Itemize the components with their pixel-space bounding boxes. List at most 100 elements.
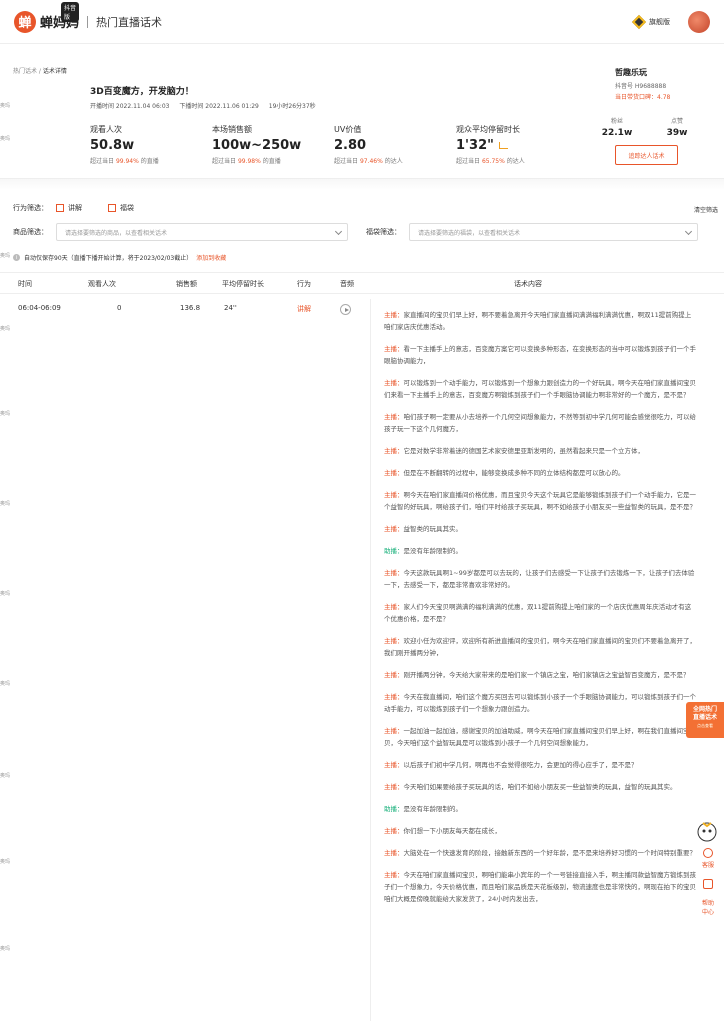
script-text: 可以锻炼到一个动手能力，可以锻炼到一个想象力跟创造力的一个好玩具，啊今天在咱们家… <box>384 379 696 399</box>
live-title: 3D百变魔方，开发脑力！ <box>90 87 194 97</box>
script-paragraph: 主播：咱们孩子啊一定要从小去培养一个几何空间想象能力，不然等到初中学几何可能会感… <box>384 411 696 435</box>
script-text: 你们想一下小朋友每天都在成长， <box>403 827 502 835</box>
script-text: 益智类的玩具其实。 <box>403 525 463 533</box>
chevron-down-icon <box>334 227 343 236</box>
speaker-label: 主播 <box>384 727 397 735</box>
col-time: 时间 <box>18 280 32 288</box>
col-audio: 音频 <box>340 280 354 288</box>
breadcrumb-parent[interactable]: 热门话术 / <box>13 68 43 75</box>
qrcode-icon <box>703 879 713 889</box>
bag-select[interactable]: 请选择要筛选的福袋，以查看相关话术 <box>409 223 698 241</box>
logo-icon: 蝉 <box>14 10 36 33</box>
row-action[interactable]: 讲解 <box>297 304 311 314</box>
script-content: 主播：家直播间的宝贝们早上好，啊不要着急离开今天咱们家直播间满满福利满满优惠，啊… <box>370 299 709 1021</box>
script-text: 看一下主播手上的意志，百变魔方案它可以变换多种形态，在变换形态的当中可以锻炼到孩… <box>384 345 696 365</box>
script-paragraph: 主播：今天咱们如果要给孩子买玩具的话，咱们不如给小朋友买一些益智类的玩具，益智的… <box>384 781 696 793</box>
script-text: 啊今天在咱们家直播间价格优惠，而且宝贝今天这个玩具它是能够锻炼到孩子们一个动手能… <box>384 491 696 511</box>
promo-small: 点击查看 <box>697 723 713 728</box>
shop-info: 哲趣乐玩 抖音号 H9688888 当日带货口碑：4.78 <box>615 67 670 101</box>
stat-sub: 超过当日 65.75% 的达人 <box>456 156 525 165</box>
trend-icon <box>498 142 508 149</box>
top-bar: 蝉 蝉妈妈 抖音版 热门直播话术 旗舰版 <box>0 0 724 44</box>
col-script: 话术内容 <box>514 280 542 288</box>
shop-douyin-id: 抖音号 H9688888 <box>615 83 667 90</box>
stat-value: 2.80 <box>334 138 367 153</box>
speaker-label: 主播 <box>384 871 397 879</box>
qr-button[interactable] <box>692 879 724 889</box>
script-paragraph: 主播：今天在我直播间，咱们这个魔方买回去可以锻炼到小孩子一个手眼脑协调能力，可以… <box>384 691 696 715</box>
filter-bag-checkbox[interactable]: 福袋 <box>108 203 134 213</box>
speaker-label: 主播 <box>384 569 397 577</box>
script-paragraph: 主播：一起加油一起加油，感谢宝贝的加油助威，啊今天在咱们家直播间宝贝们早上好，啊… <box>384 725 696 749</box>
speaker-label: 主播 <box>384 603 397 611</box>
col-avg-stay: 平均停留时长 <box>222 280 264 288</box>
customer-service-button[interactable]: 客服 <box>692 848 724 869</box>
clear-filter-link[interactable]: 清空筛选 <box>694 205 718 214</box>
speaker-label: 主播 <box>384 447 397 455</box>
script-text: 今天在咱们家直播间宝贝，啊咱们能串小宾年的一个一号链接直接入手，啊主播同款益智魔… <box>384 871 696 903</box>
speaker-label: 主播 <box>384 827 397 835</box>
side-label: 奥玛 <box>0 501 11 507</box>
row-time: 06:04-06:09 <box>18 304 61 312</box>
product-filter: 商品筛选： 请选择要筛选的商品，以查看相关话术 <box>13 223 348 241</box>
row-avg-stay: 24'' <box>224 304 237 312</box>
avatar[interactable] <box>688 10 710 33</box>
script-text: 家直播间的宝贝们早上好，啊不要着急离开今天咱们家直播间满满福利满满优惠，啊双11… <box>384 311 692 331</box>
script-paragraph: 主播：今天这款玩具啊1~99岁都是可以去玩的，让孩子们去感受一下让孩子们去锻炼一… <box>384 567 696 591</box>
vip-icon <box>631 14 647 29</box>
stat-sub-suffix: 的直播 <box>262 158 281 165</box>
script-text: 大脑处在一个快速发育的阶段，接触新东西的一个好年龄，是不是来培养好习惯的一个时间… <box>403 849 697 857</box>
speaker-label: 主播 <box>384 761 397 769</box>
script-paragraph: 主播：刚开播两分钟，今天给大家带来的是咱们家一个镇店之宝，咱们家镇店之宝益智百变… <box>384 669 696 681</box>
page-title: 热门直播话术 <box>96 15 163 29</box>
live-start: 开播时间 2022.11.04 06:03 <box>90 103 170 110</box>
col-action: 行为 <box>297 280 311 288</box>
script-text: 咱们孩子啊一定要从小去培养一个几何空间想象能力，不然等到初中学几何可能会感觉很吃… <box>384 413 696 433</box>
product-select[interactable]: 请选择要筛选的商品，以查看相关话术 <box>56 223 348 241</box>
stat-sub-prefix: 超过当日 <box>456 158 481 165</box>
chevron-down-icon <box>684 227 693 236</box>
likes-value: 39w <box>666 128 688 138</box>
shop-score: 当日带货口碑：4.78 <box>615 94 671 101</box>
speaker-label: 主播 <box>384 379 397 387</box>
fans-label: 粉丝 <box>610 118 623 125</box>
tool-label: 帮助中心 <box>701 900 714 916</box>
filter-explain-checkbox[interactable]: 讲解 <box>56 203 82 213</box>
select-placeholder: 请选择要筛选的商品，以查看相关话术 <box>65 229 168 237</box>
bag-filter: 福袋筛选： 请选择要筛选的福袋，以查看相关话术 <box>366 223 698 241</box>
script-paragraph: 主播：欢迎小任为欢迎评，欢迎所有新进直播间的宝贝们，啊今天在咱们家直播间的宝贝们… <box>384 635 696 659</box>
side-label: 奥玛 <box>0 103 11 109</box>
shop-name[interactable]: 哲趣乐玩 <box>615 67 670 78</box>
script-text: 家人们今天宝贝啊满满的福利满满的优惠，双11提前购提上咱们家的一个店庆优惠周年庆… <box>384 603 692 623</box>
vip-label[interactable]: 旗舰版 <box>649 17 670 27</box>
side-label: 奥玛 <box>0 136 11 142</box>
script-paragraph: 主播：可以锻炼到一个动手能力，可以锻炼到一个想象力跟创造力的一个好玩具，啊今天在… <box>384 377 696 401</box>
add-favorite-link[interactable]: 添加到收藏 <box>196 253 226 262</box>
mascot-icon[interactable] <box>696 820 718 842</box>
speaker-label: 主播 <box>384 525 397 533</box>
script-text: 是没有年龄限制的。 <box>403 547 463 555</box>
promo-banner[interactable]: 全网热门 直播话术 点击查看 <box>686 702 724 738</box>
logo[interactable]: 蝉 蝉妈妈 抖音版 <box>14 1 80 33</box>
side-label: 奥玛 <box>0 859 11 865</box>
script-paragraph: 主播：家直播间的宝贝们早上好，啊不要着急离开今天咱们家直播间满满福利满满优惠，啊… <box>384 309 696 333</box>
stat-label: 本场销售额 <box>212 125 252 134</box>
stat-sub-pct: 99.94% <box>115 158 139 165</box>
stat-sub: 超过当日 97.46% 的达人 <box>334 156 403 165</box>
stat-sub-pct: 65.75% <box>481 158 505 165</box>
speaker-label: 主播 <box>384 345 397 353</box>
stat-sub-suffix: 的达人 <box>384 158 403 165</box>
script-paragraph: 主播：大脑处在一个快速发育的阶段，接触新东西的一个好年龄，是不是来培养好习惯的一… <box>384 847 696 859</box>
audio-play-button[interactable] <box>340 304 351 315</box>
speaker-label: 主播 <box>384 693 397 701</box>
help-center-button[interactable]: 帮助中心 <box>692 899 724 917</box>
follow-script-button[interactable]: 追踪达人话术 <box>615 145 678 165</box>
script-text: 欢迎小任为欢迎评，欢迎所有新进直播间的宝贝们，啊今天在咱们家直播间的宝贝们不要着… <box>384 637 696 657</box>
speaker-label: 主播 <box>384 849 397 857</box>
script-paragraph: 助播：是没有年龄限制的。 <box>384 803 696 815</box>
breadcrumb-current: 话术详情 <box>42 68 67 75</box>
script-paragraph: 主播：以后孩子们初中学几何，啊再也不会觉得很吃力，会更加的得心应手了，是不是？ <box>384 759 696 771</box>
table-header: 时间 观看人次 销售额 平均停留时长 行为 音频 话术内容 <box>0 272 724 294</box>
side-label: 奥玛 <box>0 946 11 952</box>
stat-sub-prefix: 超过当日 <box>334 158 359 165</box>
